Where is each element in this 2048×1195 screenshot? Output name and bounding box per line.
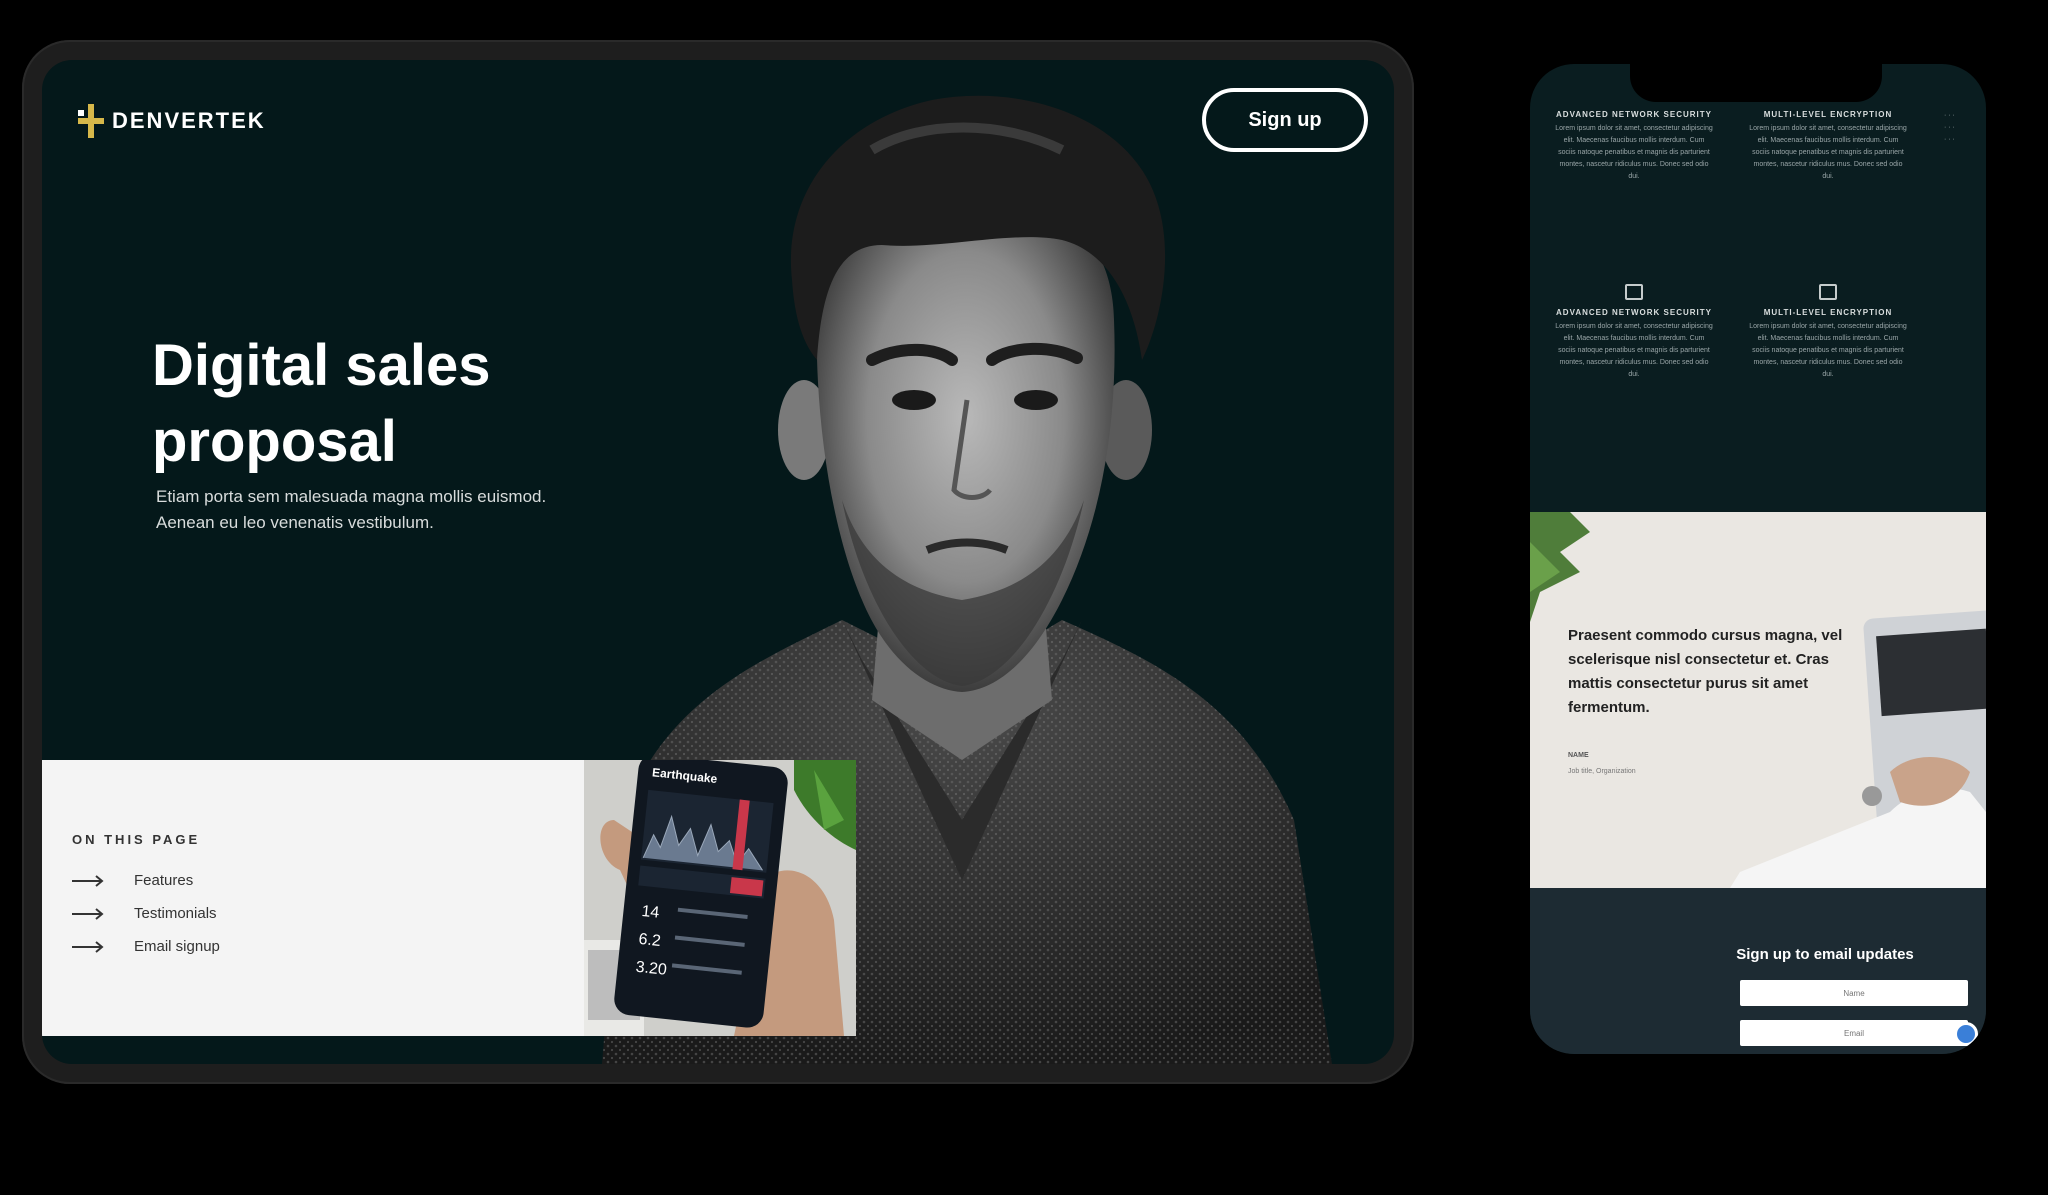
feature-body: Lorem ipsum dolor sit amet, consectetur …: [1555, 323, 1713, 378]
on-this-page-panel: ON THIS PAGE Features Testimonials Email…: [42, 760, 584, 1036]
feature-title: ADVANCED NETWORK SECURITY: [1556, 110, 1712, 119]
testimonial-role: Job title, Organization: [1568, 768, 1636, 775]
testimonial-name: NAME: [1568, 752, 1589, 759]
brand-logo[interactable]: DENVERTEK: [78, 104, 266, 138]
testimonial-quote: Praesent commodo cursus magna, vel scele…: [1568, 627, 1843, 716]
feature-item: MULTI-LEVEL ENCRYPTION Lorem ipsum dolor…: [1748, 284, 1908, 405]
testimonial-section: Praesent commodo cursus magna, vel scele…: [1530, 512, 1986, 888]
signup-button[interactable]: Sign up: [1202, 88, 1368, 152]
phone-device: ADVANCED NETWORK SECURITY Lorem ipsum do…: [1530, 64, 1986, 1054]
phone-in-hand-image: Earthquake 14 6.2 3.20: [584, 760, 856, 1036]
feature-body: Lorem ipsum dolor sit amet, consectetur …: [1749, 323, 1907, 378]
feature-body: Lorem ipsum dolor sit amet, consectetur …: [1749, 125, 1907, 180]
chat-bubble-icon[interactable]: [1954, 1022, 1978, 1046]
toc-link-label: Features: [134, 872, 194, 889]
toc-link-features[interactable]: Features: [72, 872, 193, 889]
feature-item: ADVANCED NETWORK SECURITY Lorem ipsum do…: [1554, 110, 1714, 207]
hero-subtitle: Etiam porta sem malesuada magna mollis e…: [156, 487, 547, 532]
toc-link-testimonials[interactable]: Testimonials: [72, 905, 217, 922]
feature-title: MULTI-LEVEL ENCRYPTION: [1763, 110, 1893, 119]
toc-title: ON THIS PAGE: [72, 832, 201, 847]
email-signup-section: Sign up to email updates: [1530, 888, 1986, 1054]
app-stat: 14: [641, 903, 661, 922]
feature-item: ADVANCED NETWORK SECURITY Lorem ipsum do…: [1554, 284, 1714, 405]
email-field[interactable]: [1740, 1020, 1968, 1046]
brand-name: DENVERTEK: [112, 108, 266, 133]
feature-item: MULTI-LEVEL ENCRYPTION Lorem ipsum dolor…: [1748, 110, 1908, 207]
toc-link-label: Testimonials: [134, 905, 217, 922]
logo-mark-icon: [78, 104, 104, 138]
app-stat: 6.2: [638, 931, 662, 950]
feature-title: ADVANCED NETWORK SECURITY: [1556, 308, 1712, 317]
feature-item-partial: · · · · · · · · ·: [1944, 112, 1955, 143]
feature-body: Lorem ipsum dolor sit amet, consectetur …: [1555, 125, 1713, 180]
email-signup-title: Sign up to email updates: [1736, 946, 1914, 963]
app-stat: 3.20: [635, 959, 668, 979]
name-field[interactable]: [1740, 980, 1968, 1006]
feature-icon: [1625, 284, 1643, 300]
hero-title: Digital sales proposal: [152, 333, 491, 474]
arrow-right-icon: [72, 874, 104, 887]
toc-link-label: Email signup: [134, 938, 220, 955]
toc-link-email-signup[interactable]: Email signup: [72, 938, 220, 955]
arrow-right-icon: [72, 907, 104, 920]
tablet-device: DENVERTEK Sign up Digital sales proposal…: [22, 40, 1414, 1084]
feature-title: MULTI-LEVEL ENCRYPTION: [1763, 308, 1893, 317]
phone-notch: [1630, 64, 1882, 102]
feature-icon: [1819, 284, 1837, 300]
tablet-screen: DENVERTEK Sign up Digital sales proposal…: [42, 60, 1394, 1064]
arrow-right-icon: [72, 940, 104, 953]
